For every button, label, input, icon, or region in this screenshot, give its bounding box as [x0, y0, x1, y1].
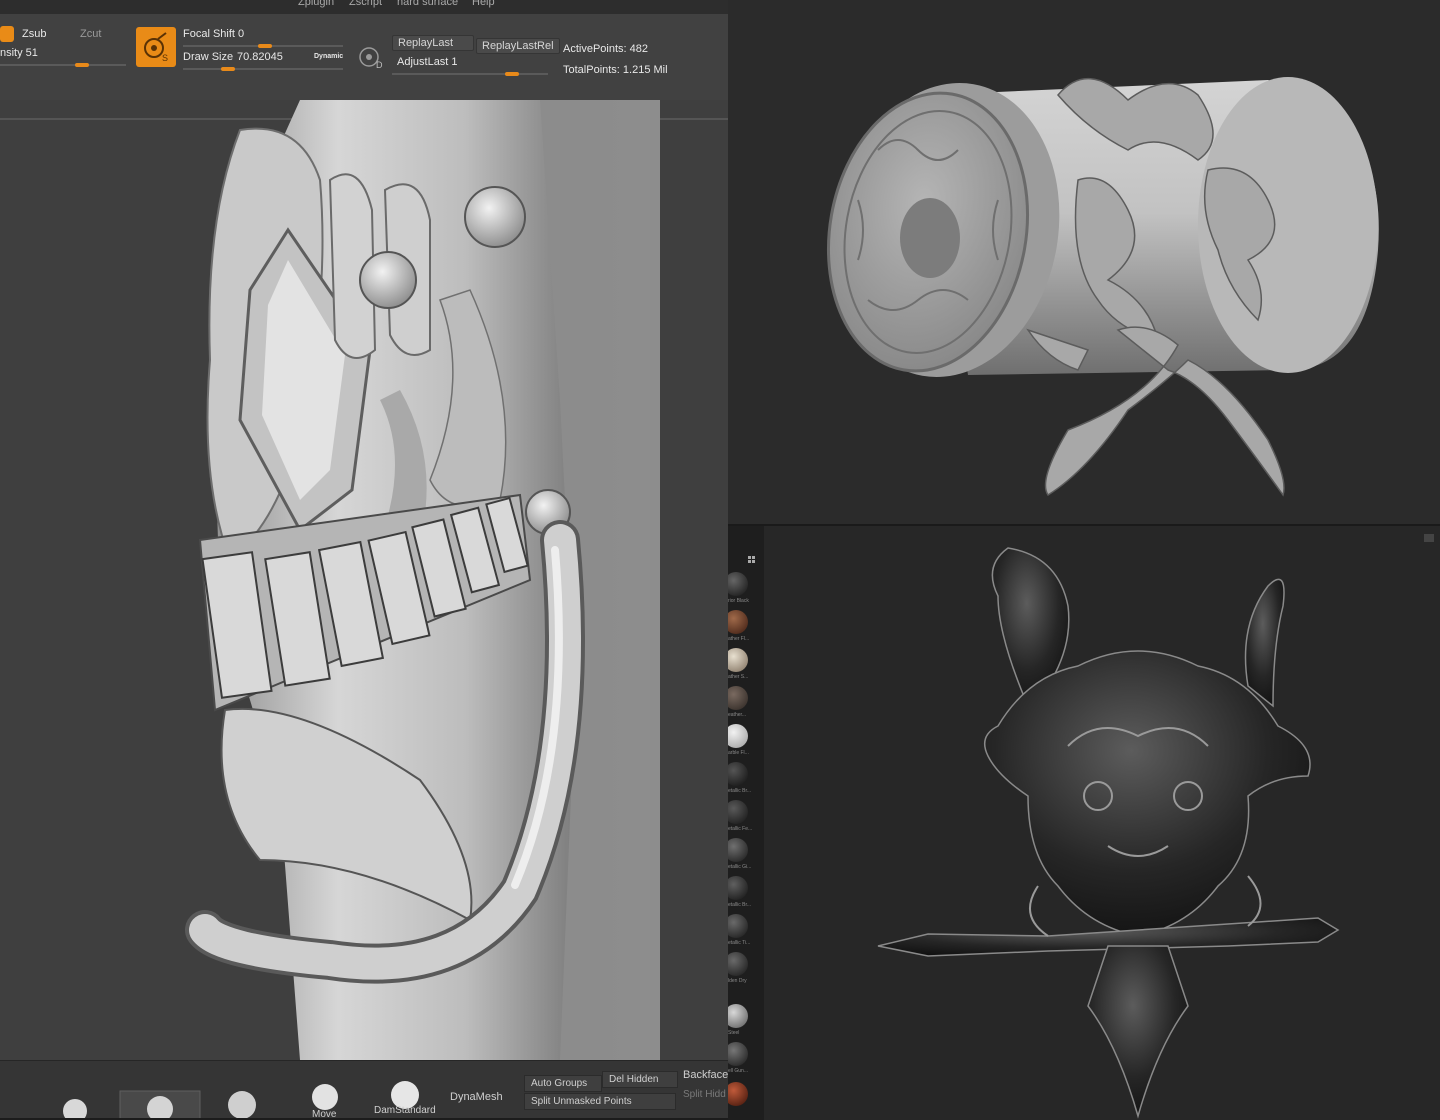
- menu-bar: Zplugin Zscript hard surface Help: [0, 0, 728, 14]
- brush-damstandard[interactable]: DamStandard: [374, 1105, 436, 1116]
- replay-last-button[interactable]: ReplayLast: [392, 35, 474, 51]
- draw-size-value: 70.82045: [237, 51, 283, 63]
- hammer-sculpt-render: [728, 0, 1440, 524]
- hammer-render-panel: [728, 0, 1440, 524]
- total-points-readout: TotalPoints: 1.215 Mil: [563, 64, 668, 76]
- svg-text:S: S: [162, 53, 168, 63]
- menu-item-zscript[interactable]: Zscript: [349, 0, 382, 8]
- auto-groups-button[interactable]: Auto Groups: [524, 1075, 602, 1092]
- top-toolbar: Zsub Zcut nsity 51 S Focal Shift 0 Draw …: [0, 14, 728, 101]
- draw-size-knob[interactable]: [221, 67, 235, 71]
- record-icon: D: [359, 47, 383, 70]
- adjust-last-slider[interactable]: [392, 73, 548, 75]
- focal-shift-knob[interactable]: [258, 44, 272, 48]
- intensity-slider[interactable]: [0, 64, 126, 66]
- dynamic-toggle[interactable]: Dynamic: [314, 53, 343, 60]
- del-hidden-button[interactable]: Del Hidden: [602, 1071, 678, 1088]
- menu-item-zplugin[interactable]: Zplugin: [298, 0, 334, 8]
- material-render-panel: rior Black ather Fl... ather S... eather…: [728, 524, 1440, 1120]
- menu-item-hard-surface[interactable]: hard surface: [397, 0, 458, 8]
- sculpt-viewport[interactable]: [0, 100, 728, 1060]
- sculpt-window: Zplugin Zscript hard surface Help Zsub Z…: [0, 0, 728, 1118]
- zsub-button[interactable]: Zsub: [22, 28, 46, 40]
- intensity-slider-knob[interactable]: [75, 63, 89, 67]
- demon-ornament-render: [877, 547, 1340, 1119]
- adjust-last-knob[interactable]: [505, 72, 519, 76]
- draw-size-label: Draw Size: [183, 51, 234, 63]
- menu-item-help[interactable]: Help: [472, 0, 495, 8]
- backface-mask-toggle[interactable]: Backfacel: [683, 1069, 728, 1081]
- adjust-last-label: AdjustLast 1: [397, 56, 458, 68]
- split-hidden-button[interactable]: Split Hidd: [683, 1089, 726, 1100]
- split-unmasked-points-button[interactable]: Split Unmasked Points: [524, 1093, 676, 1110]
- sculpt-model-render: [0, 100, 728, 1060]
- replay-icon-button[interactable]: D: [356, 42, 386, 72]
- brush-palette-bar: Move DamStandard DynaMesh Auto Groups De…: [0, 1060, 728, 1118]
- sculptris-pro-icon: S: [144, 32, 168, 63]
- zadd-toggle[interactable]: [0, 26, 14, 42]
- replay-last-rel-button[interactable]: ReplayLastRel: [476, 38, 560, 54]
- draw-size-slider[interactable]: [183, 68, 343, 70]
- brush-move[interactable]: Move: [312, 1109, 336, 1118]
- zcut-button[interactable]: Zcut: [80, 28, 101, 40]
- intensity-slider-label: nsity 51: [0, 47, 38, 59]
- dynamesh-button[interactable]: DynaMesh: [450, 1091, 503, 1103]
- svg-text:D: D: [376, 60, 383, 70]
- focal-shift-label: Focal Shift 0: [183, 28, 245, 40]
- sculptris-pro-button[interactable]: S: [136, 27, 176, 67]
- active-points-readout: ActivePoints: 482: [563, 43, 648, 55]
